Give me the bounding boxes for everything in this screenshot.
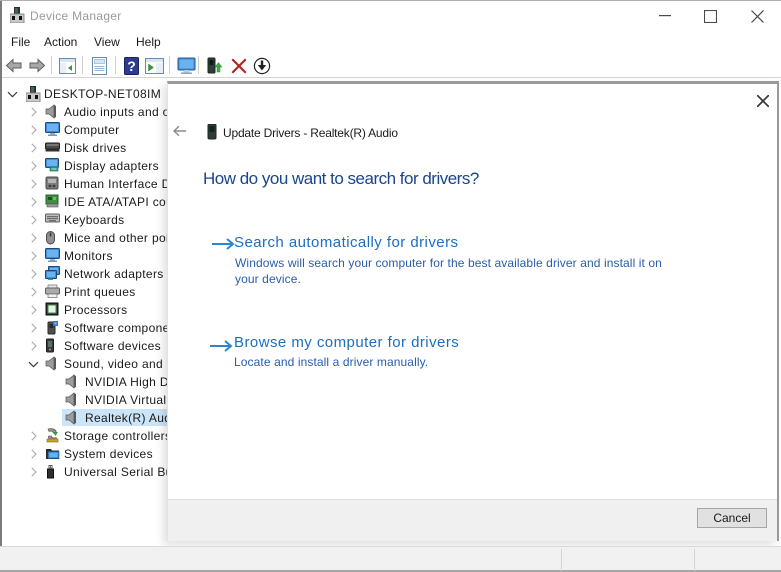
svg-text:?: ? — [127, 58, 136, 74]
